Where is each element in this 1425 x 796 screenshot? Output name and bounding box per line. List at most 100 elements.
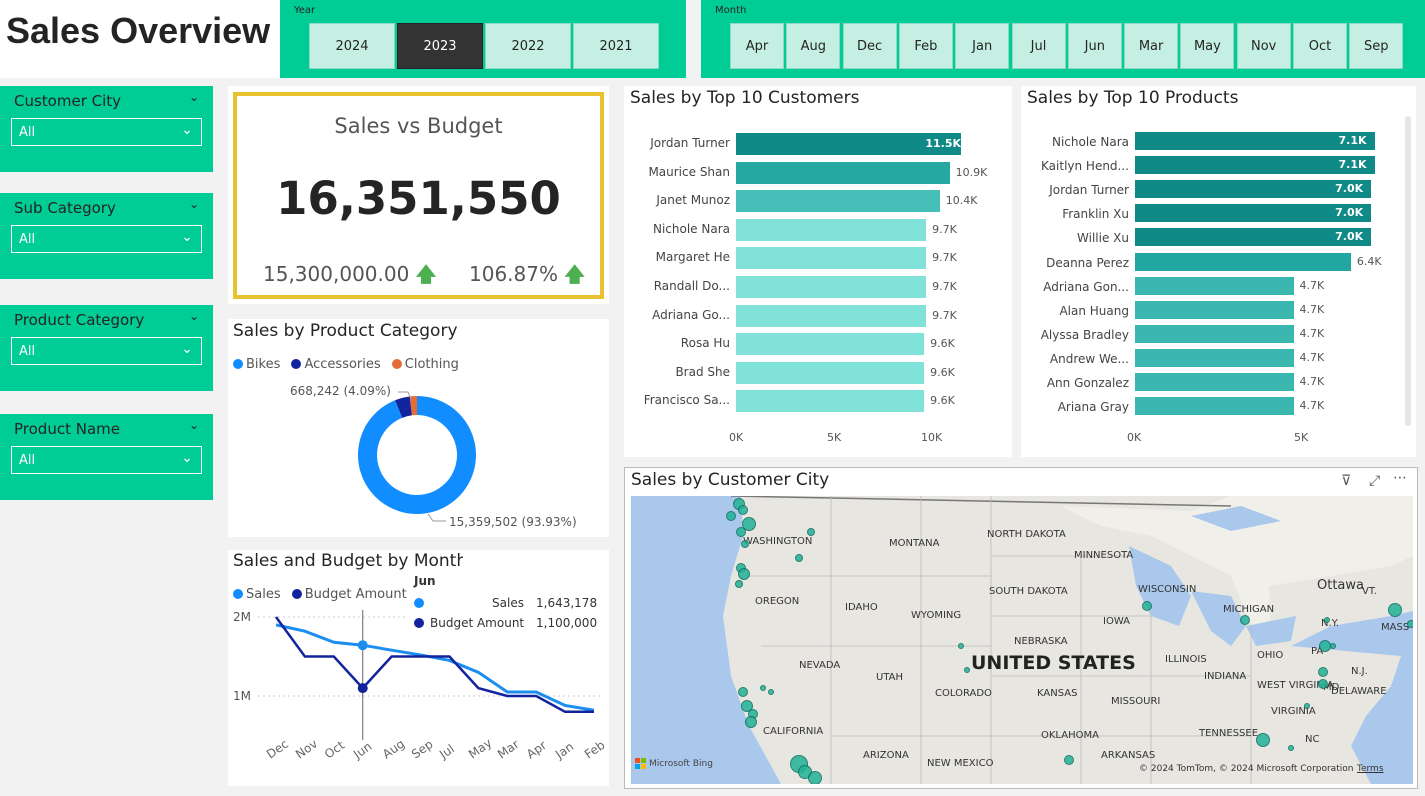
city-bubble[interactable]: [1407, 620, 1413, 628]
city-bubble[interactable]: [1256, 733, 1270, 747]
month-button-oct[interactable]: Oct: [1293, 23, 1347, 69]
year-button-2022[interactable]: 2022: [485, 23, 571, 69]
chevron-down-icon[interactable]: ⌄: [189, 418, 199, 432]
city-bubble[interactable]: [1330, 643, 1336, 649]
bar[interactable]: [1135, 252, 1351, 271]
filter-label: Product Name: [14, 420, 120, 438]
bar[interactable]: [1135, 397, 1294, 416]
city-bubble[interactable]: [807, 528, 815, 536]
hover-point[interactable]: [357, 683, 368, 694]
focus-mode-icon[interactable]: ⤢: [1369, 473, 1380, 489]
city-bubble[interactable]: [1304, 703, 1310, 709]
city-bubble[interactable]: [1288, 745, 1294, 751]
map-card[interactable]: Sales by Customer City ⊽ ⤢ ⋯ WASHINGTON M…: [624, 467, 1418, 789]
city-bubble[interactable]: [1318, 667, 1328, 677]
x-tick: 10K: [921, 431, 943, 444]
x-tick: 0K: [1127, 431, 1142, 444]
map-terms-link[interactable]: Terms: [1357, 764, 1384, 774]
city-bubble[interactable]: [735, 580, 743, 588]
city-bubble[interactable]: [745, 716, 757, 728]
bar-data-label: 7.0K: [1335, 206, 1364, 220]
filter-icon[interactable]: ⊽: [1341, 473, 1351, 489]
kpi-card[interactable]: Sales vs Budget 16,351,550 15,300,000.00…: [228, 86, 609, 304]
city-bubble[interactable]: [808, 771, 822, 784]
month-button-jun[interactable]: Jun: [1067, 23, 1122, 69]
city-bubble[interactable]: [1318, 679, 1328, 689]
bar[interactable]: [736, 333, 925, 356]
map-state-label: NORTH DAKOTA: [987, 529, 1066, 540]
city-bubble[interactable]: [760, 685, 766, 691]
product-name-dropdown[interactable]: All ⌄: [11, 446, 202, 474]
city-bubble[interactable]: [726, 511, 736, 521]
bar[interactable]: [1135, 324, 1294, 343]
map-state-label: COLORADO: [935, 688, 992, 699]
month-button-may[interactable]: May: [1180, 23, 1235, 69]
map-canvas[interactable]: WASHINGTON MONTANA NORTH DAKOTA MINNESOTA OR…: [631, 496, 1413, 784]
bar-data-label: 9.6K: [930, 337, 955, 351]
tooltip-value: 1,643,178: [536, 596, 598, 610]
city-bubble[interactable]: [736, 527, 746, 537]
scrollbar[interactable]: [1405, 116, 1411, 426]
bar[interactable]: [1135, 276, 1294, 295]
year-button-2023[interactable]: 2023: [397, 23, 483, 69]
bar-category-label: Brad She: [675, 364, 730, 379]
month-button-sep[interactable]: Sep: [1349, 23, 1404, 69]
month-button-apr[interactable]: Apr: [730, 23, 784, 69]
line-chart-card[interactable]: Sales and Budget by Month Sales Budget A…: [228, 550, 609, 786]
bar[interactable]: [736, 390, 925, 413]
city-bubble[interactable]: [1388, 603, 1402, 617]
chevron-down-icon[interactable]: ⌄: [189, 90, 199, 104]
month-button-dec[interactable]: Dec: [842, 23, 897, 69]
bar[interactable]: [736, 190, 940, 213]
year-slicer: Year 2024 2023 2022 2021: [280, 0, 686, 78]
chevron-down-icon: ⌄: [181, 229, 193, 245]
bar[interactable]: [1135, 300, 1294, 319]
donut-chart[interactable]: [228, 319, 609, 537]
sub-category-dropdown[interactable]: All ⌄: [11, 225, 202, 253]
city-bubble[interactable]: [1324, 617, 1330, 623]
city-bubble[interactable]: [768, 689, 774, 695]
more-options-icon[interactable]: ⋯: [1393, 470, 1407, 486]
city-bubble[interactable]: [1240, 615, 1250, 625]
month-button-jul[interactable]: Jul: [1011, 23, 1066, 69]
city-bubble[interactable]: [958, 643, 964, 649]
bar[interactable]: [1135, 348, 1294, 367]
city-bubble[interactable]: [741, 540, 749, 548]
customer-city-dropdown[interactable]: All ⌄: [11, 118, 202, 146]
top-products-card[interactable]: Sales by Top 10 Products Nichole Nara 7.1…: [1021, 86, 1416, 457]
year-button-2021[interactable]: 2021: [573, 23, 659, 69]
city-bubble[interactable]: [1142, 601, 1152, 611]
chevron-down-icon[interactable]: ⌄: [189, 309, 199, 323]
month-button-nov[interactable]: Nov: [1236, 23, 1291, 69]
city-bubble[interactable]: [738, 687, 748, 697]
city-bubble[interactable]: [738, 505, 748, 515]
map-state-label: INDIANA: [1204, 671, 1247, 682]
year-button-2024[interactable]: 2024: [309, 23, 395, 69]
bar-category-label: Deanna Perez: [1046, 255, 1129, 270]
month-button-aug[interactable]: Aug: [786, 23, 841, 69]
donut-slice-bikes[interactable]: [358, 396, 476, 514]
bar[interactable]: [1135, 373, 1294, 391]
month-button-feb[interactable]: Feb: [898, 23, 953, 69]
city-bubble[interactable]: [964, 667, 970, 673]
bar[interactable]: [736, 276, 927, 298]
bar[interactable]: [736, 218, 927, 241]
city-bubble[interactable]: [1064, 755, 1074, 765]
map-state-label: N.J.: [1351, 666, 1368, 677]
bar[interactable]: [736, 361, 925, 384]
bar[interactable]: [736, 304, 927, 327]
map-state-label: MASS: [1381, 622, 1410, 633]
bar[interactable]: [736, 161, 950, 184]
city-bubble[interactable]: [738, 568, 750, 580]
product-category-dropdown[interactable]: All ⌄: [11, 337, 202, 365]
product-category-card[interactable]: Sales by Product Category Bikes Accessor…: [228, 319, 609, 537]
year-slicer-caption: Year: [294, 5, 316, 16]
month-button-jan[interactable]: Jan: [955, 23, 1010, 69]
top-customers-card[interactable]: Sales by Top 10 Customers Jordan Turner 1…: [624, 86, 1012, 457]
month-button-mar[interactable]: Mar: [1124, 23, 1179, 69]
hover-point[interactable]: [357, 640, 368, 651]
bar[interactable]: [736, 247, 927, 270]
city-bubble[interactable]: [795, 554, 803, 562]
bar-category-label: Janet Munoz: [656, 193, 730, 208]
chevron-down-icon[interactable]: ⌄: [189, 197, 199, 211]
